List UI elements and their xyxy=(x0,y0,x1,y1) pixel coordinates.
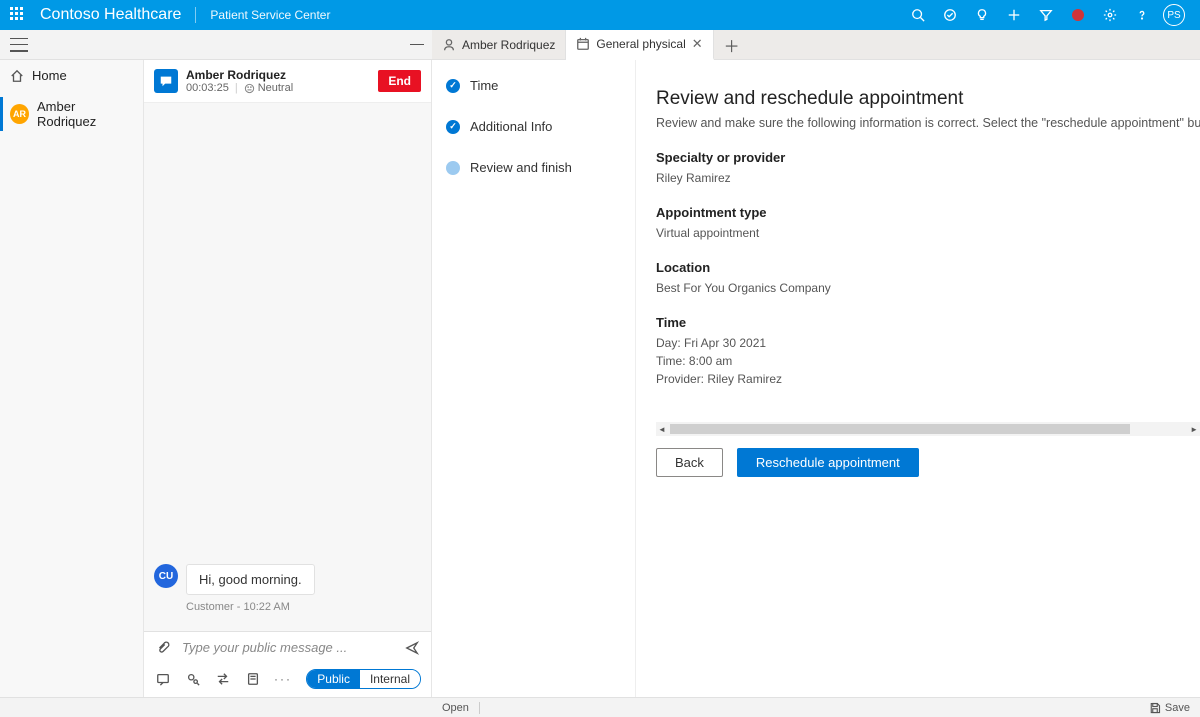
step-current-icon xyxy=(446,161,460,175)
minimize-chat-icon[interactable] xyxy=(410,44,424,46)
page-subtitle: Review and make sure the following infor… xyxy=(656,116,1200,130)
brand-divider xyxy=(195,7,196,23)
nav-home[interactable]: Home xyxy=(0,60,143,91)
step-additional-info[interactable]: Additional Info xyxy=(446,119,621,134)
tab-appointment[interactable]: General physical ✕ xyxy=(566,30,713,60)
field-value: Best For You Organics Company xyxy=(656,279,1200,297)
quick-reply-icon[interactable] xyxy=(154,672,172,686)
wizard-steps: Time Additional Info Review and finish xyxy=(432,60,636,697)
page-title: Review and reschedule appointment xyxy=(656,88,1200,110)
toggle-internal[interactable]: Internal xyxy=(360,670,420,688)
add-tab-button[interactable]: ＋ xyxy=(714,30,750,59)
add-icon[interactable] xyxy=(998,0,1030,30)
neutral-face-icon xyxy=(244,83,255,94)
save-button[interactable]: Save xyxy=(1139,702,1200,714)
horizontal-scrollbar[interactable] xyxy=(656,422,1200,436)
user-avatar[interactable]: PS xyxy=(1158,0,1190,30)
field-label: Time xyxy=(656,315,1200,330)
send-icon[interactable] xyxy=(403,641,421,655)
more-icon[interactable]: ··· xyxy=(274,672,292,686)
reschedule-button[interactable]: Reschedule appointment xyxy=(737,448,919,477)
visibility-toggle[interactable]: Public Internal xyxy=(306,669,421,689)
step-label: Time xyxy=(470,78,498,93)
nav-conversation-label: Amber Rodriquez xyxy=(37,99,133,129)
appointment-detail: Review and reschedule appointment Review… xyxy=(636,60,1200,697)
app-title: Patient Service Center xyxy=(210,8,330,22)
compose-area: ··· Public Internal xyxy=(144,631,431,697)
field-specialty: Specialty or provider Riley Ramirez xyxy=(656,150,1200,187)
notes-icon[interactable] xyxy=(244,672,262,686)
tab-strip: Amber Rodriquez General physical ✕ ＋ xyxy=(432,30,1200,59)
field-value: Virtual appointment xyxy=(656,224,1200,242)
brand-title: Contoso Healthcare xyxy=(40,6,181,24)
customer-avatar: CU xyxy=(154,564,178,588)
field-value-time: Time: 8:00 am xyxy=(656,352,1200,370)
field-value-day: Day: Fri Apr 30 2021 xyxy=(656,334,1200,352)
step-done-icon xyxy=(446,79,460,93)
chat-channel-icon xyxy=(154,69,178,93)
step-label: Additional Info xyxy=(470,119,552,134)
task-icon[interactable] xyxy=(934,0,966,30)
field-label: Location xyxy=(656,260,1200,275)
nav-conversation[interactable]: AR Amber Rodriquez xyxy=(0,91,143,137)
home-icon xyxy=(10,69,24,83)
recording-indicator-icon[interactable] xyxy=(1062,0,1094,30)
left-nav: Home AR Amber Rodriquez xyxy=(0,60,144,697)
message-meta: Customer - 10:22 AM xyxy=(186,601,421,613)
step-done-icon xyxy=(446,120,460,134)
global-header: Contoso Healthcare Patient Service Cente… xyxy=(0,0,1200,30)
search-icon[interactable] xyxy=(902,0,934,30)
tab-label: General physical xyxy=(596,37,685,51)
chat-sentiment: Neutral xyxy=(244,82,293,94)
chat-customer-name: Amber Rodriquez xyxy=(186,68,370,82)
calendar-icon xyxy=(576,37,590,51)
chat-timer: 00:03:25 xyxy=(186,82,229,94)
avatar: AR xyxy=(10,104,29,124)
status-bar: Open Save xyxy=(0,697,1200,717)
filter-icon[interactable] xyxy=(1030,0,1062,30)
tab-label: Amber Rodriquez xyxy=(462,38,555,52)
transfer-icon[interactable] xyxy=(214,672,232,686)
step-label: Review and finish xyxy=(470,160,572,175)
nav-home-label: Home xyxy=(32,68,67,83)
toggle-public[interactable]: Public xyxy=(307,670,360,688)
scrollbar-thumb[interactable] xyxy=(670,424,1130,434)
chat-message: CU Hi, good morning. xyxy=(154,564,421,595)
chat-header: Amber Rodriquez 00:03:25 | Neutral End xyxy=(144,60,431,103)
field-label: Specialty or provider xyxy=(656,150,1200,165)
settings-icon[interactable] xyxy=(1094,0,1126,30)
wizard-button-row: Back Reschedule appointment xyxy=(656,448,1200,487)
message-input[interactable] xyxy=(182,640,393,655)
nav-toggle-icon[interactable] xyxy=(10,38,28,52)
field-label: Appointment type xyxy=(656,205,1200,220)
step-time[interactable]: Time xyxy=(446,78,621,93)
main-region: Home AR Amber Rodriquez Amber Rodriquez … xyxy=(0,60,1200,697)
app-launcher-icon[interactable] xyxy=(10,7,26,23)
consult-icon[interactable] xyxy=(184,672,202,686)
back-button[interactable]: Back xyxy=(656,448,723,477)
message-text: Hi, good morning. xyxy=(186,564,315,595)
lightbulb-icon[interactable] xyxy=(966,0,998,30)
chat-transcript: CU Hi, good morning. Customer - 10:22 AM xyxy=(144,103,431,631)
save-icon xyxy=(1149,702,1161,714)
tab-patient[interactable]: Amber Rodriquez xyxy=(432,30,566,59)
attachment-icon[interactable] xyxy=(154,641,172,655)
field-appointment-type: Appointment type Virtual appointment xyxy=(656,205,1200,242)
field-location: Location Best For You Organics Company xyxy=(656,260,1200,297)
field-value-provider: Provider: Riley Ramirez xyxy=(656,370,1200,388)
field-time: Time Day: Fri Apr 30 2021 Time: 8:00 am … xyxy=(656,315,1200,388)
field-value: Riley Ramirez xyxy=(656,169,1200,187)
person-icon xyxy=(442,38,456,52)
help-icon[interactable] xyxy=(1126,0,1158,30)
status-open[interactable]: Open xyxy=(432,702,479,714)
tab-strip-row: Amber Rodriquez General physical ✕ ＋ xyxy=(0,30,1200,60)
close-tab-icon[interactable]: ✕ xyxy=(692,36,703,52)
chat-panel: Amber Rodriquez 00:03:25 | Neutral End C… xyxy=(144,60,432,697)
step-review[interactable]: Review and finish xyxy=(446,160,621,175)
end-conversation-button[interactable]: End xyxy=(378,70,421,92)
